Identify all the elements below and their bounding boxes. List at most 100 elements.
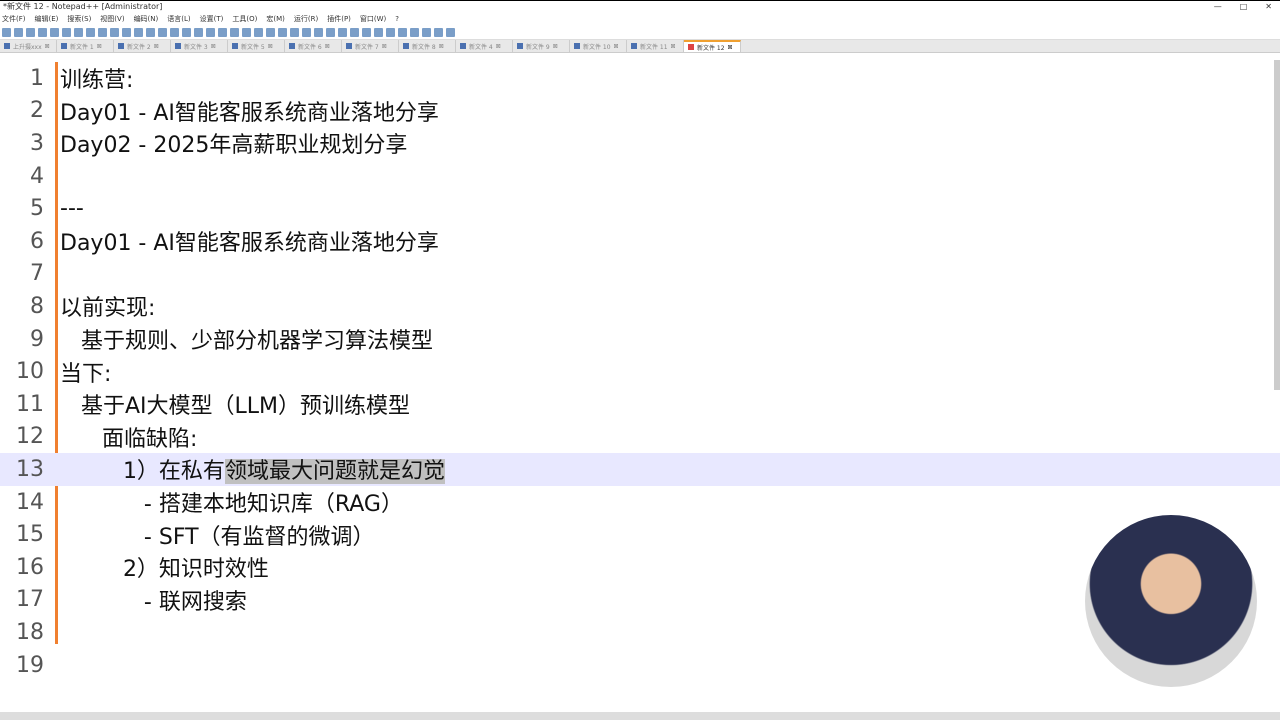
toolbar-button-icon[interactable]: [194, 28, 203, 37]
editor-line[interactable]: 14 - 搭建本地知识库（RAG）: [0, 486, 1280, 519]
minimize-button[interactable]: —: [1214, 2, 1222, 11]
toolbar-button-icon[interactable]: [98, 28, 107, 37]
tab[interactable]: 新文件 2 ⊠: [114, 40, 171, 52]
editor-line[interactable]: 10 当下:: [0, 355, 1280, 388]
toolbar-button-icon[interactable]: [254, 28, 263, 37]
toolbar-button-icon[interactable]: [218, 28, 227, 37]
toolbar-button-icon[interactable]: [422, 28, 431, 37]
tab[interactable]: 新文件 4 ⊠: [456, 40, 513, 52]
toolbar-button-icon[interactable]: [158, 28, 167, 37]
tab[interactable]: 新文件 6 ⊠: [285, 40, 342, 52]
menu-item[interactable]: 语言(L): [167, 14, 190, 24]
toolbar-button-icon[interactable]: [74, 28, 83, 37]
tab[interactable]: 新文件 3 ⊠: [171, 40, 228, 52]
menu-item[interactable]: 文件(F): [2, 14, 26, 24]
line-text-content: 当下:: [60, 361, 112, 387]
tab-close-icon[interactable]: ⊠: [97, 43, 102, 50]
menu-item[interactable]: 宏(M): [266, 14, 285, 24]
editor-line[interactable]: 3 Day02 - 2025年高薪职业规划分享: [0, 127, 1280, 160]
menu-item[interactable]: 运行(R): [294, 14, 318, 24]
tab-close-icon[interactable]: ⊠: [439, 43, 444, 50]
toolbar-button-icon[interactable]: [50, 28, 59, 37]
editor-line[interactable]: 15 - SFT（有监督的微调）: [0, 518, 1280, 551]
menu-item[interactable]: 设置(T): [200, 14, 224, 24]
close-button[interactable]: ✕: [1265, 2, 1272, 11]
menu-item[interactable]: 视图(V): [100, 14, 124, 24]
tab[interactable]: 新文件 9 ⊠: [513, 40, 570, 52]
toolbar-button-icon[interactable]: [62, 28, 71, 37]
editor-line[interactable]: 12 面临缺陷:: [0, 421, 1280, 454]
toolbar-button-icon[interactable]: [326, 28, 335, 37]
tab-close-icon[interactable]: ⊠: [614, 43, 619, 50]
toolbar-button-icon[interactable]: [86, 28, 95, 37]
menu-item[interactable]: 编辑(E): [35, 14, 59, 24]
tab[interactable]: 新文件 11 ⊠: [627, 40, 684, 52]
toolbar-button-icon[interactable]: [398, 28, 407, 37]
tab-close-icon[interactable]: ⊠: [325, 43, 330, 50]
toolbar-button-icon[interactable]: [122, 28, 131, 37]
toolbar-button-icon[interactable]: [314, 28, 323, 37]
tab[interactable]: 新文件 10 ⊠: [570, 40, 627, 52]
editor-line[interactable]: 7: [0, 258, 1280, 291]
tab-close-icon[interactable]: ⊠: [496, 43, 501, 50]
tab-close-icon[interactable]: ⊠: [268, 43, 273, 50]
toolbar-button-icon[interactable]: [350, 28, 359, 37]
menu-item[interactable]: 插件(P): [327, 14, 351, 24]
tab-close-icon[interactable]: ⊠: [671, 43, 676, 50]
editor-line[interactable]: 9 基于规则、少部分机器学习算法模型: [0, 323, 1280, 356]
toolbar-button-icon[interactable]: [182, 28, 191, 37]
tab[interactable]: 新文件 12 ⊠: [684, 40, 741, 52]
toolbar-button-icon[interactable]: [242, 28, 251, 37]
tab-label: 新文件 10: [583, 43, 611, 51]
tab[interactable]: 上升摄xxx ⊠: [0, 40, 57, 52]
tab-close-icon[interactable]: ⊠: [553, 43, 558, 50]
vertical-scrollbar[interactable]: [1274, 60, 1280, 390]
menu-item[interactable]: 窗口(W): [360, 14, 386, 24]
toolbar-button-icon[interactable]: [26, 28, 35, 37]
tab-close-icon[interactable]: ⊠: [728, 44, 733, 51]
toolbar-button-icon[interactable]: [170, 28, 179, 37]
editor-line[interactable]: 6 Day01 - AI智能客服系统商业落地分享: [0, 225, 1280, 258]
toolbar-button-icon[interactable]: [338, 28, 347, 37]
editor-line[interactable]: 2 Day01 - AI智能客服系统商业落地分享: [0, 95, 1280, 128]
menu-item[interactable]: ?: [395, 15, 399, 23]
toolbar-button-icon[interactable]: [14, 28, 23, 37]
toolbar-button-icon[interactable]: [374, 28, 383, 37]
tab[interactable]: 新文件 1 ⊠: [57, 40, 114, 52]
editor-line[interactable]: 11 基于AI大模型（LLM）预训练模型: [0, 388, 1280, 421]
toolbar-button-icon[interactable]: [302, 28, 311, 37]
toolbar-button-icon[interactable]: [410, 28, 419, 37]
toolbar-button-icon[interactable]: [2, 28, 11, 37]
editor-line[interactable]: 8 以前实现:: [0, 290, 1280, 323]
editor-line[interactable]: 19: [0, 649, 1280, 682]
toolbar-button-icon[interactable]: [266, 28, 275, 37]
toolbar-button-icon[interactable]: [446, 28, 455, 37]
tab[interactable]: 新文件 5 ⊠: [228, 40, 285, 52]
tab-close-icon[interactable]: ⊠: [45, 43, 50, 50]
toolbar-button-icon[interactable]: [290, 28, 299, 37]
tab-label: 新文件 5: [241, 43, 265, 51]
toolbar-button-icon[interactable]: [206, 28, 215, 37]
toolbar-button-icon[interactable]: [230, 28, 239, 37]
toolbar-button-icon[interactable]: [146, 28, 155, 37]
editor-line[interactable]: 4: [0, 160, 1280, 193]
toolbar-button-icon[interactable]: [278, 28, 287, 37]
menu-item[interactable]: 工具(O): [232, 14, 257, 24]
editor-line[interactable]: 5 ---: [0, 192, 1280, 225]
tab-close-icon[interactable]: ⊠: [382, 43, 387, 50]
menu-item[interactable]: 搜索(S): [67, 14, 91, 24]
editor-line[interactable]: 1 训练营:: [0, 62, 1280, 95]
editor-line[interactable]: 13 1）在私有领域最大问题就是幻觉: [0, 453, 1280, 486]
tab[interactable]: 新文件 7 ⊠: [342, 40, 399, 52]
toolbar-button-icon[interactable]: [110, 28, 119, 37]
tab[interactable]: 新文件 8 ⊠: [399, 40, 456, 52]
toolbar-button-icon[interactable]: [362, 28, 371, 37]
menu-item[interactable]: 编码(N): [134, 14, 159, 24]
tab-close-icon[interactable]: ⊠: [211, 43, 216, 50]
toolbar-button-icon[interactable]: [386, 28, 395, 37]
toolbar-button-icon[interactable]: [134, 28, 143, 37]
tab-close-icon[interactable]: ⊠: [154, 43, 159, 50]
maximize-button[interactable]: □: [1240, 2, 1248, 11]
toolbar-button-icon[interactable]: [38, 28, 47, 37]
toolbar-button-icon[interactable]: [434, 28, 443, 37]
